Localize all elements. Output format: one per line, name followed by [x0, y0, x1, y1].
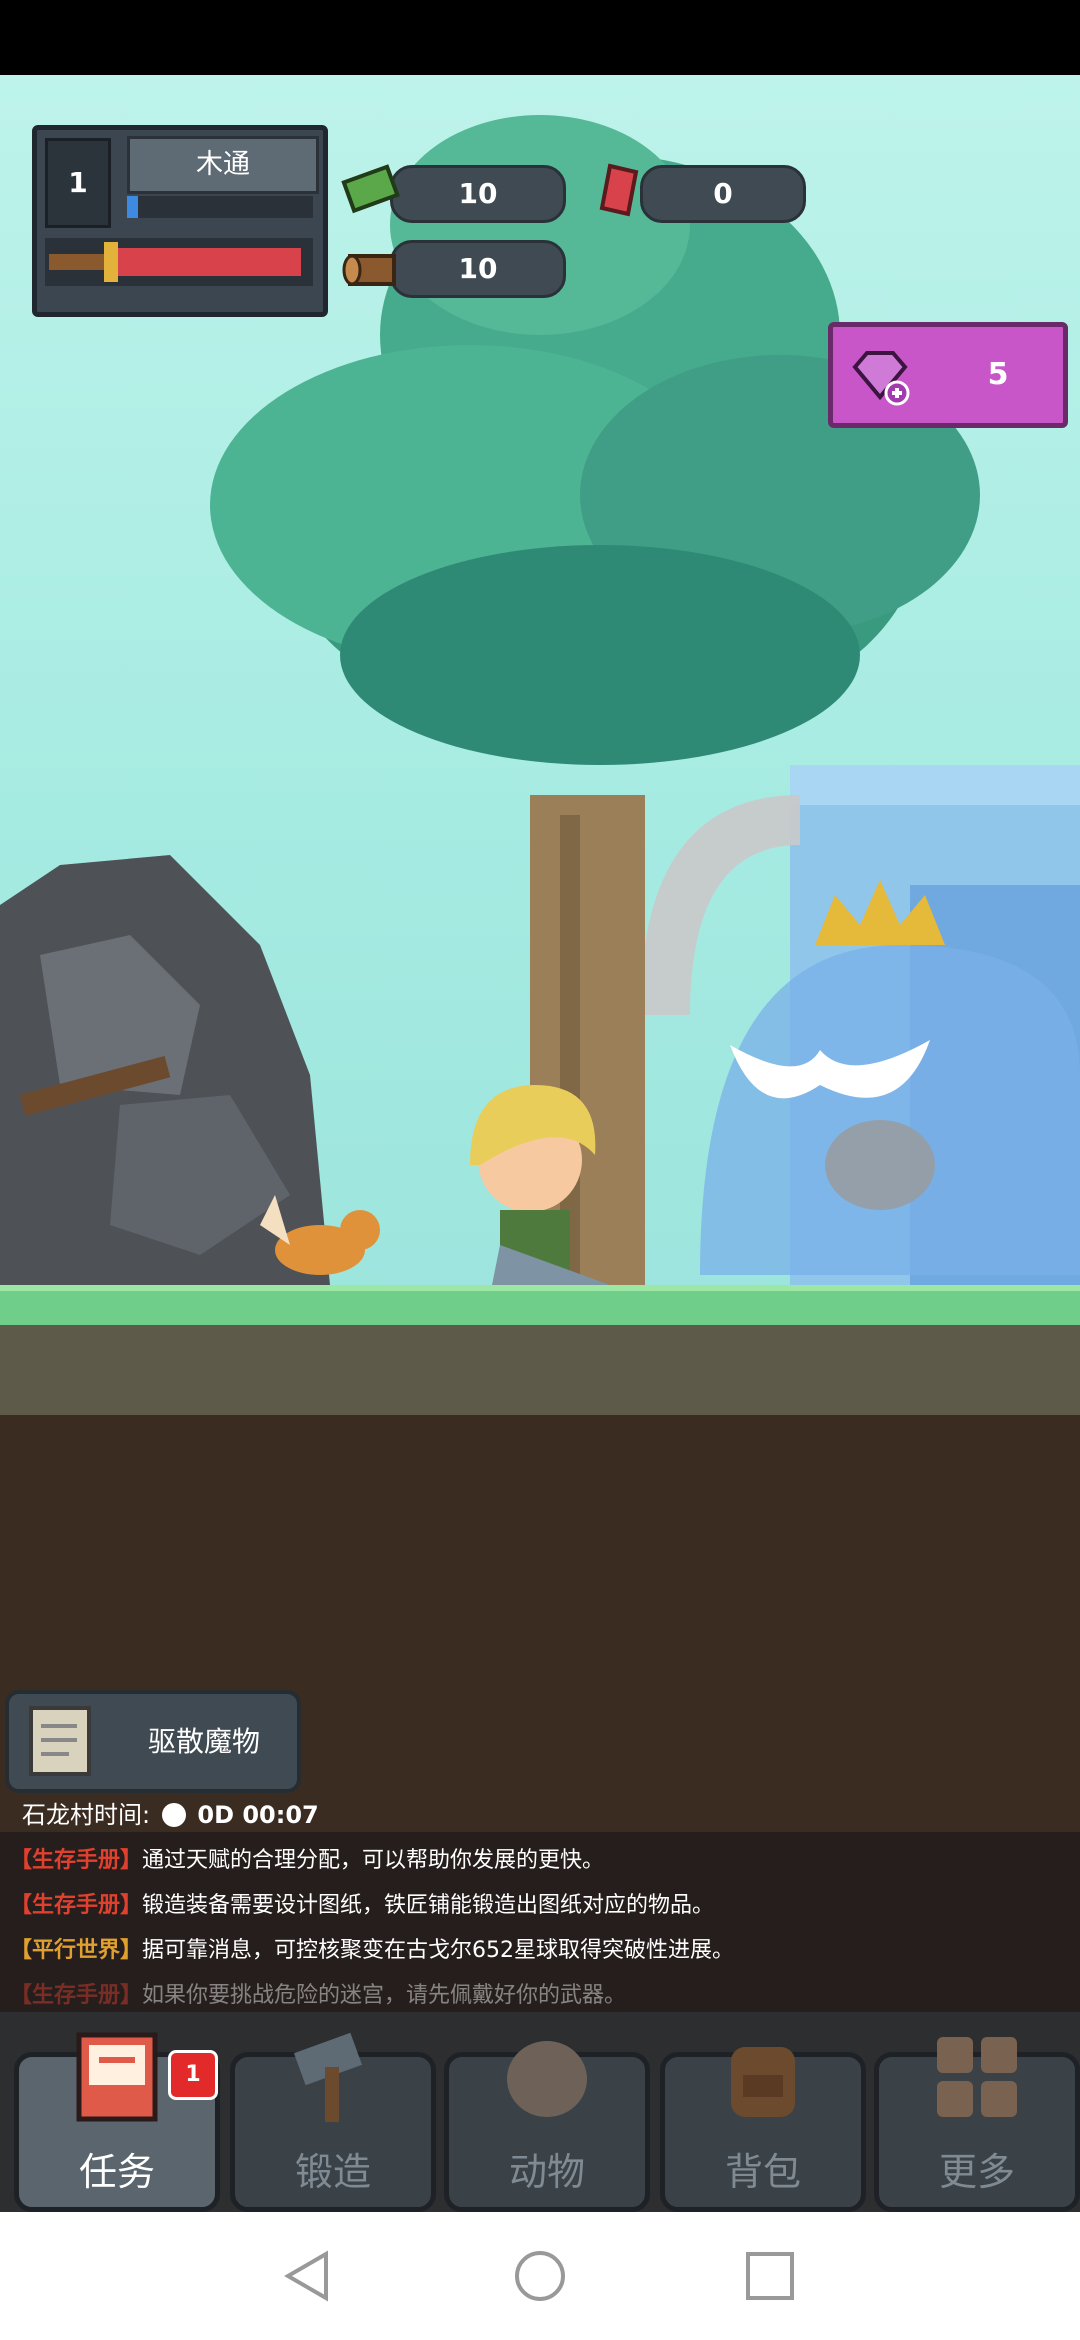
log-line: 【生存手册】如果你要挑战危险的迷宫，请先佩戴好你的武器。 [10, 1977, 626, 2009]
village-time: 石龙村时间: 0D 00:07 [22, 1795, 319, 1835]
log-text: 锻造装备需要设计图纸，铁匠铺能锻造出图纸对应的物品。 [142, 1893, 715, 1918]
quest-label: 驱散魔物 [147, 1725, 260, 1758]
player-status-panel[interactable]: 1 木通 [32, 125, 328, 317]
ground-soil [0, 1325, 1080, 1415]
gem-value: 5 [987, 357, 1009, 392]
xp-bar [127, 196, 313, 218]
scroll-icon [29, 1706, 91, 1776]
sword-hilt-icon [49, 242, 118, 282]
nav-animals[interactable]: 动物 [444, 2041, 650, 2212]
task-book-icon [76, 2032, 158, 2122]
bottom-nav: 任务 锻造 动物 背包 更多 [0, 2012, 1080, 2212]
egg-icon [507, 2041, 587, 2117]
log-text: 如果你要挑战危险的迷宫，请先佩戴好你的武器。 [142, 1983, 627, 2008]
village-time-value: 0D 00:07 [197, 1801, 319, 1829]
log-text: 通过天赋的合理分配，可以帮助你发展的更快。 [142, 1848, 605, 1873]
log-tag: 【生存手册】 [10, 1983, 143, 2008]
health-bar-fill [115, 248, 301, 276]
quest-button[interactable]: 驱散魔物 [5, 1690, 301, 1793]
gem-plus-icon [852, 351, 910, 406]
cash-icon [341, 164, 400, 214]
backpack-icon [731, 2047, 795, 2117]
cash-value: 10 [458, 177, 498, 210]
status-bar [0, 0, 1080, 75]
log-tag: 【平行世界】 [10, 1938, 143, 1963]
system-nav-bar [0, 2212, 1080, 2340]
player-name: 木通 [127, 136, 319, 194]
health-bar [45, 238, 313, 286]
log-text: 据可靠消息，可控核聚变在古戈尔652星球取得突破性进展。 [142, 1938, 735, 1963]
log-tag: 【生存手册】 [10, 1893, 143, 1918]
nav-label: 锻造 [294, 2150, 371, 2194]
nav-label: 背包 [724, 2150, 801, 2194]
message-log[interactable]: 【生存手册】通过天赋的合理分配，可以帮助你发展的更快。 【生存手册】锻造装备需要… [0, 1832, 1080, 2012]
player-level: 1 [45, 138, 111, 228]
recent-apps-icon[interactable] [738, 2244, 802, 2308]
wood-value: 10 [458, 252, 498, 285]
nav-label: 更多 [938, 2150, 1015, 2194]
hammer-icon [293, 2032, 363, 2122]
log-line: 【平行世界】据可靠消息，可控核聚变在古戈尔652星球取得突破性进展。 [10, 1932, 734, 1964]
log-line: 【生存手册】锻造装备需要设计图纸，铁匠铺能锻造出图纸对应的物品。 [10, 1887, 714, 1919]
nav-forge[interactable]: 锻造 [230, 2032, 436, 2212]
log-tag: 【生存手册】 [10, 1848, 143, 1873]
gem-shop-button[interactable]: 5 [828, 322, 1068, 428]
ruby-value: 0 [713, 177, 733, 210]
cash-counter: 10 [390, 165, 566, 223]
xp-bar-fill [127, 196, 138, 218]
home-icon[interactable] [508, 2244, 572, 2308]
wood-log-icon [342, 254, 396, 286]
back-icon[interactable] [276, 2244, 340, 2308]
nav-more[interactable]: 更多 [874, 2037, 1080, 2212]
nav-label: 任务 [78, 2150, 155, 2194]
village-time-label: 石龙村时间: [22, 1801, 151, 1829]
slime-monster [700, 945, 1080, 1275]
log-line: 【生存手册】通过天赋的合理分配，可以帮助你发展的更快。 [10, 1842, 604, 1874]
nav-backpack[interactable]: 背包 [660, 2047, 866, 2212]
ruby-counter: 0 [640, 165, 806, 223]
clock-icon [161, 1803, 186, 1827]
wood-counter: 10 [390, 240, 566, 298]
ruby-icon [599, 163, 639, 217]
nav-label: 动物 [508, 2150, 585, 2194]
grid-more-icon [937, 2037, 1017, 2117]
task-notification-badge: 1 [168, 2050, 218, 2100]
